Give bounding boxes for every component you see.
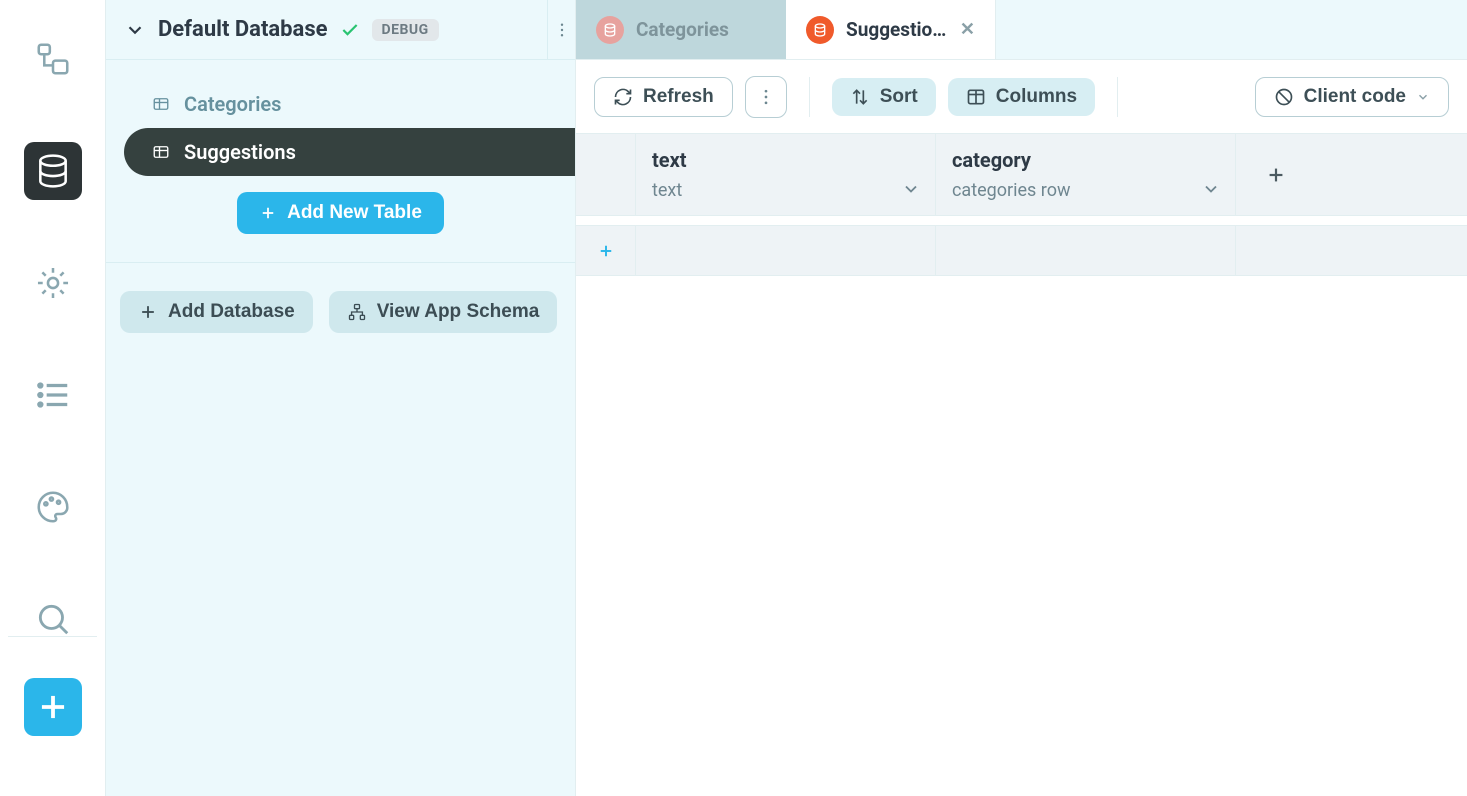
plus-icon (259, 204, 277, 222)
database-title: Default Database (158, 17, 328, 42)
empty-cell[interactable] (936, 226, 1236, 275)
add-table-button[interactable]: Add New Table (237, 192, 444, 234)
add-column-button[interactable] (1236, 134, 1316, 215)
column-type: categories row (952, 180, 1219, 201)
table-row-label: Categories (184, 92, 281, 116)
close-icon[interactable]: ✕ (960, 19, 975, 40)
nav-list[interactable] (24, 366, 82, 424)
plus-icon (597, 242, 615, 260)
panel-header: Default Database DEBUG (106, 0, 575, 60)
tabs-strip: Categories Suggestions ✕ (576, 0, 1467, 60)
add-row (576, 226, 1467, 276)
check-icon (340, 20, 360, 40)
nav-database[interactable] (24, 142, 82, 200)
table-icon (152, 143, 170, 161)
toolbar-divider (809, 77, 810, 117)
refresh-label: Refresh (643, 86, 714, 108)
columns-button[interactable]: Columns (948, 78, 1095, 116)
mode-label: Client code (1304, 86, 1406, 108)
nav-add[interactable] (24, 678, 82, 736)
main-area: Categories Suggestions ✕ Refresh Sort (576, 0, 1467, 796)
plus-icon (138, 302, 158, 322)
sort-button[interactable]: Sort (832, 78, 936, 116)
nav-settings[interactable] (24, 254, 82, 312)
sort-icon (850, 87, 870, 107)
database-round-icon (806, 16, 834, 44)
ban-icon (1274, 87, 1294, 107)
more-options-button[interactable] (745, 76, 787, 118)
gear-icon (34, 264, 72, 302)
add-table-label: Add New Table (287, 202, 422, 224)
sitemap-icon (347, 302, 367, 322)
nav-tree[interactable] (24, 30, 82, 88)
debug-badge: DEBUG (372, 19, 439, 41)
plus-icon (1265, 164, 1287, 186)
column-name: text (652, 148, 919, 172)
tables-list: Categories Suggestions Add New Table (106, 60, 575, 263)
nav-search[interactable] (24, 590, 82, 648)
empty-cell (1236, 226, 1316, 275)
refresh-button[interactable]: Refresh (594, 77, 733, 117)
list-icon (34, 376, 72, 414)
plus-icon (34, 688, 72, 726)
toolbar-divider (1117, 77, 1118, 117)
table-toolbar: Refresh Sort Columns Client code (576, 60, 1467, 134)
panel-more-button[interactable] (547, 0, 575, 59)
database-round-icon (596, 16, 624, 44)
chevron-down-icon[interactable] (1201, 179, 1221, 199)
tree-icon (34, 40, 72, 78)
tab-label: Categories (636, 18, 766, 41)
add-database-label: Add Database (168, 301, 295, 323)
refresh-icon (613, 87, 633, 107)
table-row-categories[interactable]: Categories (124, 80, 575, 128)
chevron-down-icon[interactable] (901, 179, 921, 199)
empty-cell[interactable] (636, 226, 936, 275)
mode-select[interactable]: Client code (1255, 77, 1449, 117)
table-row-label: Suggestions (184, 140, 296, 164)
column-header-category[interactable]: category categories row (936, 134, 1236, 215)
table-icon (152, 95, 170, 113)
view-schema-label: View App Schema (377, 301, 540, 323)
grid-spacer (576, 216, 1467, 226)
column-type: text (652, 180, 919, 201)
tab-label: Suggestions (846, 18, 948, 41)
add-database-button[interactable]: Add Database (120, 291, 313, 333)
view-schema-button[interactable]: View App Schema (329, 291, 558, 333)
panel-actions: Add Database View App Schema (106, 263, 575, 361)
sort-label: Sort (880, 86, 918, 108)
nav-rail (0, 0, 106, 796)
tables-panel: Default Database DEBUG Categories Sugges… (106, 0, 576, 796)
row-handle-header (576, 134, 636, 215)
chevron-down-icon[interactable] (124, 19, 146, 41)
add-row-button[interactable] (576, 226, 636, 275)
tab-categories[interactable]: Categories (576, 0, 786, 59)
columns-label: Columns (996, 86, 1077, 108)
palette-icon (34, 488, 72, 526)
chevron-down-icon (1416, 90, 1430, 104)
data-grid: text text category categories row (576, 134, 1467, 796)
rail-separator (8, 636, 97, 637)
database-icon (34, 152, 72, 190)
kebab-icon (553, 21, 571, 39)
grid-header: text text category categories row (576, 134, 1467, 216)
table-row-suggestions[interactable]: Suggestions (124, 128, 575, 176)
column-header-text[interactable]: text text (636, 134, 936, 215)
kebab-icon (756, 87, 776, 107)
tab-suggestions[interactable]: Suggestions ✕ (786, 0, 996, 59)
column-name: category (952, 148, 1219, 172)
nav-theme[interactable] (24, 478, 82, 536)
columns-icon (966, 87, 986, 107)
search-icon (34, 600, 72, 638)
